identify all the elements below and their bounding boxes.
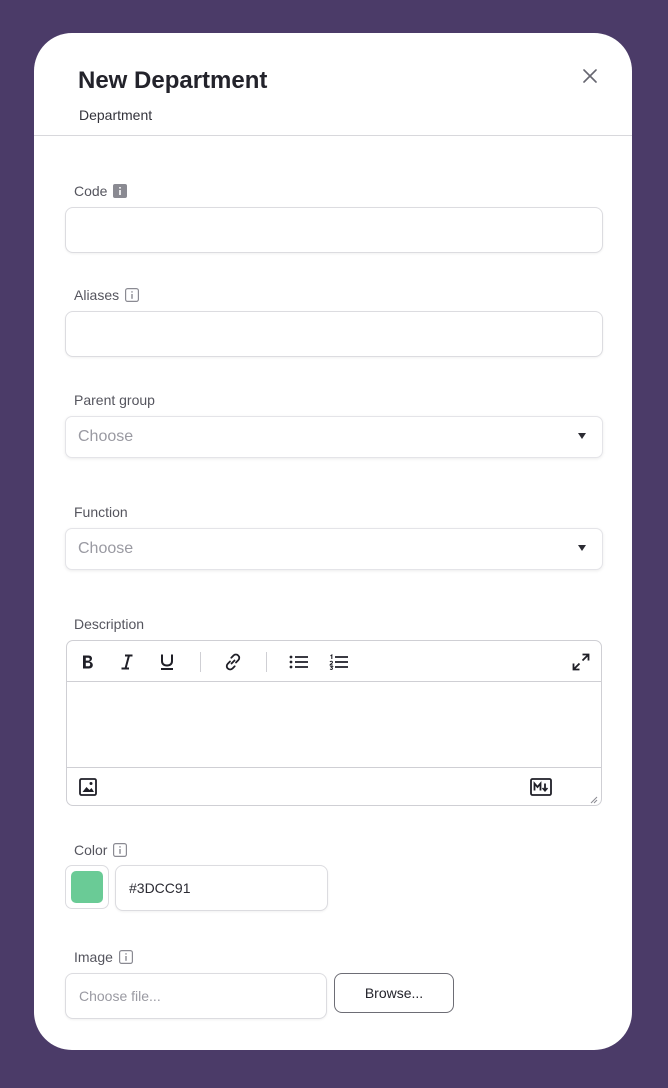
- info-filled-icon: [113, 184, 128, 198]
- dialog-title: New Department: [78, 67, 268, 94]
- bullet-list-button[interactable]: [288, 651, 310, 673]
- fullscreen-button[interactable]: [570, 651, 592, 673]
- function-select[interactable]: Choose: [65, 528, 603, 570]
- color-swatch: [71, 871, 103, 903]
- description-textarea[interactable]: [67, 682, 601, 767]
- color-picker-button[interactable]: [65, 865, 109, 909]
- markdown-toggle-button[interactable]: [530, 776, 552, 798]
- close-button[interactable]: [580, 66, 600, 86]
- info-icon: [125, 288, 140, 302]
- dialog-subtitle: Department: [79, 107, 153, 123]
- close-icon: [583, 69, 597, 83]
- underline-icon: [161, 654, 173, 670]
- toolbar-divider: [200, 652, 201, 672]
- parent-group-select[interactable]: Choose: [65, 416, 603, 458]
- info-icon: [113, 843, 128, 857]
- description-label-text: Description: [74, 616, 145, 632]
- image-label-text: Image: [74, 949, 113, 965]
- numbered-list-button[interactable]: [328, 651, 350, 673]
- italic-icon: [121, 654, 133, 670]
- bold-button[interactable]: [77, 651, 99, 673]
- toolbar-divider: [266, 652, 267, 672]
- underline-button[interactable]: [156, 651, 178, 673]
- code-input[interactable]: [65, 207, 603, 253]
- editor-toolbar: [67, 641, 601, 682]
- link-button[interactable]: [222, 651, 244, 673]
- color-label-text: Color: [74, 842, 108, 858]
- dialog-header: New Department Department: [34, 33, 632, 136]
- code-label: Code: [74, 183, 128, 199]
- insert-image-button[interactable]: [77, 776, 99, 798]
- color-hex-input[interactable]: #3DCC91: [115, 865, 328, 911]
- image-file-input[interactable]: Choose file...: [65, 973, 327, 1019]
- fullscreen-icon: [572, 653, 590, 671]
- numbered-list-icon: [329, 654, 348, 670]
- resize-handle-icon[interactable]: [589, 795, 598, 804]
- info-icon: [118, 950, 133, 964]
- new-department-dialog: New Department Department Code Aliases P…: [34, 33, 632, 1050]
- bullet-list-icon: [289, 655, 308, 669]
- function-label-text: Function: [74, 504, 128, 520]
- function-label: Function: [74, 504, 128, 520]
- function-placeholder: Choose: [78, 540, 134, 557]
- aliases-label: Aliases: [74, 287, 140, 303]
- italic-button[interactable]: [116, 651, 138, 673]
- parent-group-label-text: Parent group: [74, 392, 155, 408]
- parent-group-label: Parent group: [74, 392, 155, 408]
- image-label: Image: [74, 949, 133, 965]
- browse-button[interactable]: Browse...: [334, 973, 454, 1013]
- link-icon: [225, 653, 241, 671]
- parent-group-placeholder: Choose: [78, 428, 134, 445]
- description-editor: [66, 640, 602, 806]
- bold-icon: [83, 655, 93, 669]
- editor-footer: [67, 767, 601, 807]
- caret-down-icon: [578, 545, 586, 551]
- image-icon: [79, 778, 97, 796]
- aliases-input[interactable]: [65, 311, 603, 357]
- caret-down-icon: [578, 433, 586, 439]
- description-label: Description: [74, 616, 144, 632]
- color-label: Color: [74, 842, 128, 858]
- aliases-label-text: Aliases: [74, 287, 120, 303]
- markdown-icon: [530, 778, 552, 796]
- code-label-text: Code: [74, 183, 108, 199]
